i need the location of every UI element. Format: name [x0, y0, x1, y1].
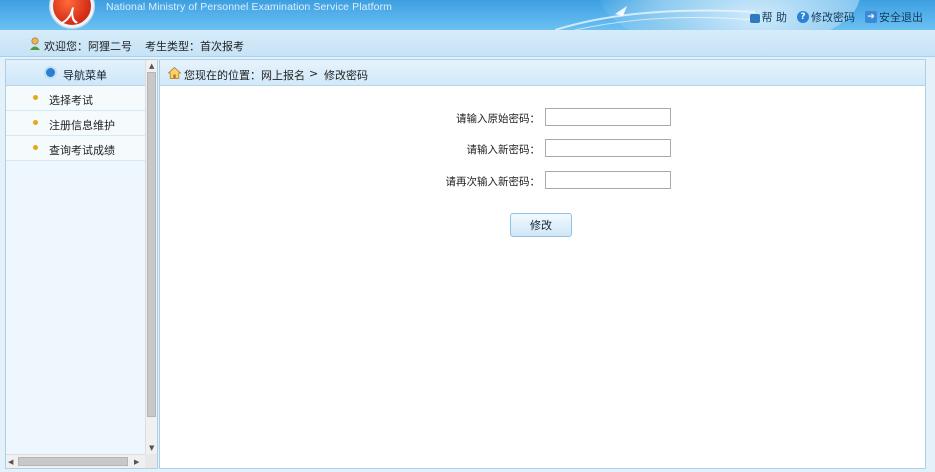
- scroll-down-icon[interactable]: ▼: [149, 443, 154, 453]
- old-password-input[interactable]: [545, 108, 671, 126]
- top-links: 帮 助 ? 修改密码 ➜ 安全退出: [749, 9, 923, 25]
- scroll-right-icon[interactable]: ▶: [134, 457, 139, 467]
- swoosh-graphic: [555, 6, 755, 30]
- logout-link-label: 安全退出: [879, 11, 923, 24]
- new-password-input[interactable]: [545, 139, 671, 157]
- change-password-link[interactable]: ? 修改密码: [797, 9, 855, 25]
- menu-icon: [44, 66, 57, 79]
- breadcrumb-current: 修改密码: [324, 69, 368, 82]
- sidebar-item-registration-info[interactable]: 注册信息维护: [6, 111, 145, 136]
- scrollbar-corner: [145, 454, 157, 468]
- scrollbar-thumb[interactable]: [147, 72, 156, 417]
- sidebar-item-exam-scores[interactable]: 查询考试成绩: [6, 136, 145, 161]
- sidebar: 导航菜单 选择考试 注册信息维护 查询考试成绩 ▲ ▼ ◀ ▶: [5, 59, 158, 469]
- breadcrumb-location: 您现在的位置：网上报名: [184, 69, 305, 82]
- logout-link[interactable]: ➜ 安全退出: [865, 9, 923, 25]
- scroll-up-icon[interactable]: ▲: [149, 61, 154, 71]
- home-icon: [168, 67, 181, 79]
- new-password-label: 请输入新密码：: [466, 144, 541, 156]
- welcome-bar: 欢迎您：阿狸二号 考生类型：首次报考: [0, 30, 935, 57]
- sidebar-item-label: 选择考试: [49, 94, 93, 107]
- bullet-icon: [33, 145, 38, 150]
- exit-icon: ➜: [865, 11, 877, 23]
- main-panel: 您现在的位置：网上报名 > 修改密码 请输入原始密码： 请输入新密码： 请再次输…: [159, 59, 926, 469]
- bullet-icon: [33, 120, 38, 125]
- nav-menu-title: 导航菜单: [63, 69, 107, 82]
- exam-type: 考生类型：首次报考: [145, 40, 244, 53]
- logo: 人社: [50, 0, 94, 28]
- sidebar-item-label: 注册信息维护: [49, 119, 115, 132]
- nav-menu-header: 导航菜单: [6, 60, 145, 86]
- old-password-label: 请输入原始密码：: [456, 113, 540, 125]
- breadcrumb-separator: >: [309, 67, 319, 80]
- lock-icon: [749, 14, 760, 23]
- user-icon: [30, 37, 40, 50]
- help-link[interactable]: 帮 助: [749, 9, 788, 25]
- confirm-password-input[interactable]: [545, 171, 671, 189]
- scrollbar-thumb[interactable]: [18, 457, 128, 466]
- confirm-password-label: 请再次输入新密码：: [445, 176, 541, 188]
- sidebar-horizontal-scrollbar[interactable]: ◀ ▶: [6, 454, 145, 468]
- sidebar-item-select-exam[interactable]: 选择考试: [6, 86, 145, 111]
- logo-text: 人社: [61, 7, 78, 27]
- help-link-label: 帮 助: [761, 11, 788, 24]
- sidebar-item-label: 查询考试成绩: [49, 144, 115, 157]
- platform-subtitle: National Ministry of Personnel Examinati…: [106, 1, 393, 13]
- bullet-icon: [33, 95, 38, 100]
- question-icon: ?: [797, 11, 809, 23]
- submit-button[interactable]: 修改: [510, 213, 572, 237]
- sidebar-vertical-scrollbar[interactable]: ▲ ▼: [145, 60, 157, 454]
- scroll-left-icon[interactable]: ◀: [8, 457, 13, 467]
- nav-menu: 选择考试 注册信息维护 查询考试成绩: [6, 86, 145, 161]
- change-password-link-label: 修改密码: [811, 11, 855, 24]
- welcome-greeting: 欢迎您：阿狸二号: [44, 40, 132, 53]
- top-banner: 人社 National Ministry of Personnel Examin…: [0, 0, 935, 30]
- breadcrumb: 您现在的位置：网上报名 > 修改密码: [160, 60, 925, 86]
